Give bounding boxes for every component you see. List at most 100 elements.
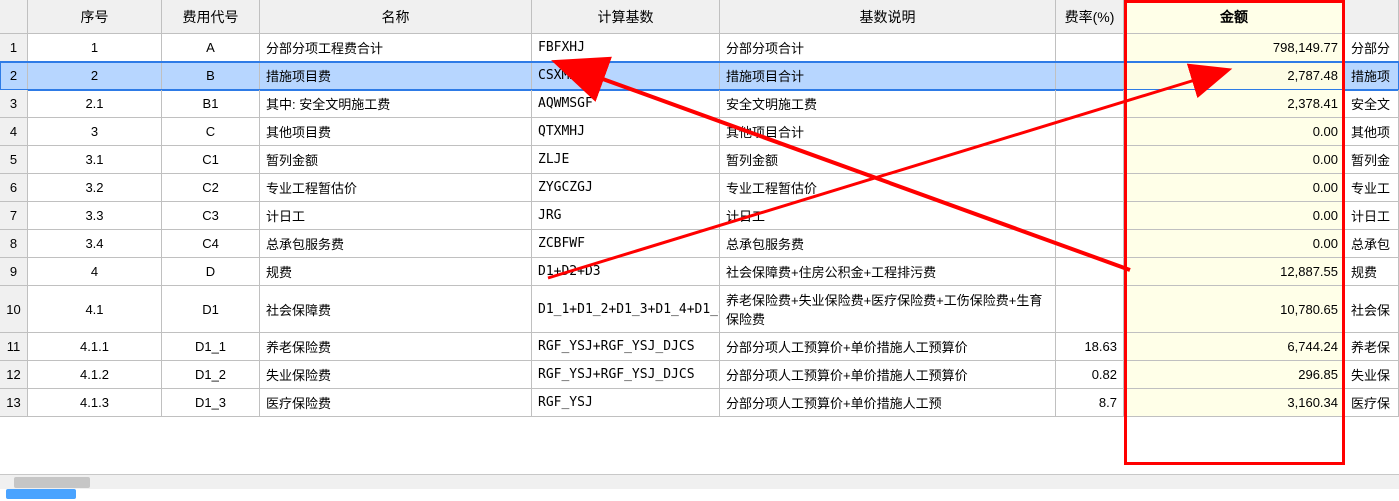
seq-cell[interactable]: 2.1: [28, 90, 162, 118]
rate-cell[interactable]: 8.7: [1056, 389, 1124, 417]
name-cell[interactable]: 失业保险费: [260, 361, 532, 389]
rate-cell[interactable]: [1056, 230, 1124, 258]
code-cell[interactable]: C4: [162, 230, 260, 258]
amount-cell[interactable]: 0.00: [1124, 174, 1345, 202]
seq-cell[interactable]: 3.2: [28, 174, 162, 202]
code-cell[interactable]: C3: [162, 202, 260, 230]
base-cell[interactable]: QTXMHJ: [532, 118, 720, 146]
desc-cell[interactable]: 分部分项合计: [720, 34, 1056, 62]
desc-cell[interactable]: 安全文明施工费: [720, 90, 1056, 118]
header-base[interactable]: 计算基数: [532, 0, 720, 34]
header-amount[interactable]: 金额: [1124, 0, 1345, 34]
name-cell[interactable]: 养老保险费: [260, 333, 532, 361]
overflow-cell[interactable]: 安全文: [1345, 90, 1399, 118]
overflow-cell[interactable]: 分部分: [1345, 34, 1399, 62]
table-row[interactable]: 63.2C2专业工程暂估价ZYGCZGJ专业工程暂估价0.00专业工: [0, 174, 1399, 202]
code-cell[interactable]: C: [162, 118, 260, 146]
seq-cell[interactable]: 2: [28, 62, 162, 90]
overflow-cell[interactable]: 暂列金: [1345, 146, 1399, 174]
amount-cell[interactable]: 12,887.55: [1124, 258, 1345, 286]
header-code[interactable]: 费用代号: [162, 0, 260, 34]
base-cell[interactable]: FBFXHJ: [532, 34, 720, 62]
overflow-cell[interactable]: 措施项: [1345, 62, 1399, 90]
desc-cell[interactable]: 其他项目合计: [720, 118, 1056, 146]
desc-cell[interactable]: 暂列金额: [720, 146, 1056, 174]
horizontal-scrollbar[interactable]: [0, 474, 1399, 489]
code-cell[interactable]: C2: [162, 174, 260, 202]
active-tab[interactable]: [6, 489, 76, 499]
overflow-cell[interactable]: 医疗保: [1345, 389, 1399, 417]
table-row[interactable]: 73.3C3计日工JRG计日工0.00计日工: [0, 202, 1399, 230]
name-cell[interactable]: 社会保障费: [260, 286, 532, 333]
overflow-cell[interactable]: 计日工: [1345, 202, 1399, 230]
header-seq[interactable]: 序号: [28, 0, 162, 34]
seq-cell[interactable]: 4.1.2: [28, 361, 162, 389]
code-cell[interactable]: B: [162, 62, 260, 90]
header-rate[interactable]: 费率(%): [1056, 0, 1124, 34]
table-row[interactable]: 104.1D1社会保障费D1_1+D1_2+D1_3+D1_4+D1_5养老保险…: [0, 286, 1399, 333]
table-row[interactable]: 83.4C4总承包服务费ZCBFWF总承包服务费0.00总承包: [0, 230, 1399, 258]
name-cell[interactable]: 其他项目费: [260, 118, 532, 146]
table-row[interactable]: 43C其他项目费QTXMHJ其他项目合计0.00其他项: [0, 118, 1399, 146]
name-cell[interactable]: 分部分项工程费合计: [260, 34, 532, 62]
name-cell[interactable]: 暂列金额: [260, 146, 532, 174]
base-cell[interactable]: RGF_YSJ+RGF_YSJ_DJCS: [532, 333, 720, 361]
seq-cell[interactable]: 3.1: [28, 146, 162, 174]
overflow-cell[interactable]: 社会保: [1345, 286, 1399, 333]
seq-cell[interactable]: 4.1.3: [28, 389, 162, 417]
table-row[interactable]: 134.1.3D1_3医疗保险费RGF_YSJ分部分项人工预算价+单价措施人工预…: [0, 389, 1399, 417]
name-cell[interactable]: 专业工程暂估价: [260, 174, 532, 202]
seq-cell[interactable]: 3.3: [28, 202, 162, 230]
amount-cell[interactable]: 296.85: [1124, 361, 1345, 389]
desc-cell[interactable]: 分部分项人工预算价+单价措施人工预算价: [720, 333, 1056, 361]
name-cell[interactable]: 计日工: [260, 202, 532, 230]
base-cell[interactable]: D1_1+D1_2+D1_3+D1_4+D1_5: [532, 286, 720, 333]
table-row[interactable]: 114.1.1D1_1养老保险费RGF_YSJ+RGF_YSJ_DJCS分部分项…: [0, 333, 1399, 361]
base-cell[interactable]: JRG: [532, 202, 720, 230]
name-cell[interactable]: 其中: 安全文明施工费: [260, 90, 532, 118]
overflow-cell[interactable]: 失业保: [1345, 361, 1399, 389]
amount-cell[interactable]: 3,160.34: [1124, 389, 1345, 417]
seq-cell[interactable]: 3.4: [28, 230, 162, 258]
table-row[interactable]: 94D规费D1+D2+D3社会保障费+住房公积金+工程排污费12,887.55规…: [0, 258, 1399, 286]
amount-cell[interactable]: 0.00: [1124, 202, 1345, 230]
desc-cell[interactable]: 养老保险费+失业保险费+医疗保险费+工伤保险费+生育保险费: [720, 286, 1056, 333]
name-cell[interactable]: 总承包服务费: [260, 230, 532, 258]
rate-cell[interactable]: 0.82: [1056, 361, 1124, 389]
name-cell[interactable]: 医疗保险费: [260, 389, 532, 417]
base-cell[interactable]: RGF_YSJ+RGF_YSJ_DJCS: [532, 361, 720, 389]
overflow-cell[interactable]: 其他项: [1345, 118, 1399, 146]
desc-cell[interactable]: 总承包服务费: [720, 230, 1056, 258]
overflow-cell[interactable]: 规费: [1345, 258, 1399, 286]
seq-cell[interactable]: 3: [28, 118, 162, 146]
header-rownum[interactable]: [0, 0, 28, 34]
header-last[interactable]: [1345, 0, 1399, 34]
rate-cell[interactable]: 18.63: [1056, 333, 1124, 361]
table-row[interactable]: 53.1C1暂列金额ZLJE暂列金额0.00暂列金: [0, 146, 1399, 174]
base-cell[interactable]: ZCBFWF: [532, 230, 720, 258]
rate-cell[interactable]: [1056, 118, 1124, 146]
base-cell[interactable]: AQWMSGF: [532, 90, 720, 118]
amount-cell[interactable]: 0.00: [1124, 146, 1345, 174]
rate-cell[interactable]: [1056, 286, 1124, 333]
amount-cell[interactable]: 0.00: [1124, 230, 1345, 258]
amount-cell[interactable]: 2,787.48: [1124, 62, 1345, 90]
rate-cell[interactable]: [1056, 146, 1124, 174]
amount-cell[interactable]: 2,378.41: [1124, 90, 1345, 118]
seq-cell[interactable]: 4: [28, 258, 162, 286]
rate-cell[interactable]: [1056, 62, 1124, 90]
desc-cell[interactable]: 分部分项人工预算价+单价措施人工预算价: [720, 361, 1056, 389]
desc-cell[interactable]: 社会保障费+住房公积金+工程排污费: [720, 258, 1056, 286]
code-cell[interactable]: D1_1: [162, 333, 260, 361]
overflow-cell[interactable]: 总承包: [1345, 230, 1399, 258]
amount-cell[interactable]: 10,780.65: [1124, 286, 1345, 333]
overflow-cell[interactable]: 养老保: [1345, 333, 1399, 361]
table-row[interactable]: 22B措施项目费CSXMHJ措施项目合计2,787.48措施项: [0, 62, 1399, 90]
seq-cell[interactable]: 4.1: [28, 286, 162, 333]
code-cell[interactable]: A: [162, 34, 260, 62]
code-cell[interactable]: D1_2: [162, 361, 260, 389]
name-cell[interactable]: 规费: [260, 258, 532, 286]
rate-cell[interactable]: [1056, 174, 1124, 202]
overflow-cell[interactable]: 专业工: [1345, 174, 1399, 202]
desc-cell[interactable]: 专业工程暂估价: [720, 174, 1056, 202]
